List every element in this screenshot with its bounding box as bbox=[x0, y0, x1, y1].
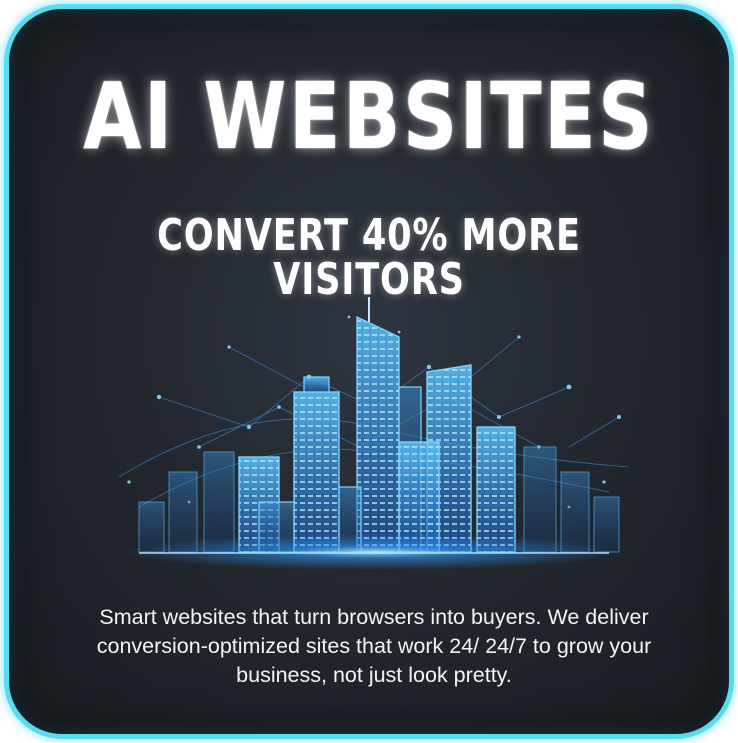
promo-card: AI WEBSITES CONVERT 40% MORE VISITORS Sm… bbox=[4, 4, 734, 739]
glowing-city-skyline-icon bbox=[118, 297, 630, 570]
headline: AI WEBSITES bbox=[83, 63, 655, 170]
description-text: Smart websites that turn browsers into b… bbox=[96, 605, 652, 687]
